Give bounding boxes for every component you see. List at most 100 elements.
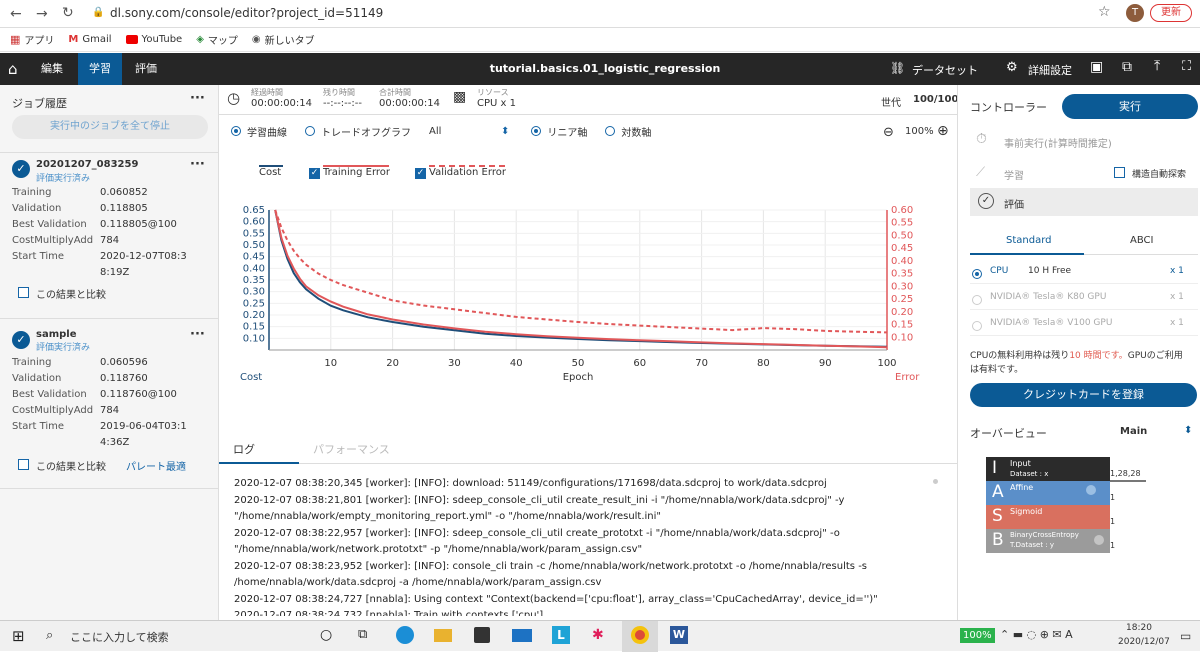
task-view-icon[interactable]: ⧉ <box>358 627 367 642</box>
run-button[interactable]: 実行 <box>1062 94 1198 119</box>
fullscreen-icon[interactable]: ⛶ <box>1182 59 1191 74</box>
network-overview[interactable]: I Input Dataset : x A Affine S Sigmoid B… <box>986 457 1110 553</box>
clock-icon: ◷ <box>227 89 241 107</box>
bookmark-maps[interactable]: ◈ マップ <box>196 32 238 47</box>
word-icon[interactable]: W <box>670 626 688 644</box>
train-option[interactable]: 学習 <box>1004 167 1024 182</box>
scroll-indicator[interactable] <box>933 479 938 484</box>
bookmark-youtube[interactable]: YouTube <box>125 34 182 45</box>
slack-icon[interactable]: ✱ <box>592 627 604 643</box>
address-bar[interactable]: dl.sony.com/console/editor?project_id=51… <box>110 6 383 20</box>
log-console[interactable]: 2020-12-07 08:38:20,345 [worker]: [INFO]… <box>234 476 934 616</box>
job-card[interactable]: ✓ sample 評価実行済み ··· Training 0.060596 Va… <box>0 318 219 488</box>
save-as-icon[interactable]: ⧉ <box>1122 59 1132 75</box>
remaining-label: 残り時間 <box>323 88 355 97</box>
tab-edit[interactable]: 編集 <box>34 53 70 85</box>
resource-radio[interactable] <box>972 321 982 331</box>
taskbar-search[interactable]: ここに入力して検索 <box>70 629 169 645</box>
edge-icon[interactable] <box>396 626 414 644</box>
app-l-icon[interactable]: L <box>552 626 570 644</box>
cortana-icon[interactable]: ○ <box>320 627 332 643</box>
store-icon[interactable] <box>474 627 490 643</box>
training-error-checkbox[interactable]: ✓ <box>309 168 320 179</box>
layer-size: 1 <box>1110 541 1116 550</box>
zoom-out-icon[interactable]: ⊖ <box>883 125 894 140</box>
resource-radio[interactable] <box>972 269 982 279</box>
metric-value: 784 <box>100 405 120 416</box>
y-left-tick-label: 0.10 <box>243 333 265 344</box>
layer-affine[interactable]: A Affine <box>986 481 1110 505</box>
tray-icons[interactable]: ⌃ ▬ ◌ ⊕ ✉ A <box>1000 628 1073 641</box>
more-icon[interactable]: ··· <box>190 327 205 342</box>
y-right-tick-label: 0.35 <box>891 269 913 280</box>
learning-curve-radio[interactable] <box>231 126 241 136</box>
update-button[interactable]: 更新 <box>1150 4 1192 22</box>
bookmark-star-icon[interactable]: ☆ <box>1098 4 1111 20</box>
tab-train[interactable]: 学習 <box>78 53 122 85</box>
controller-panel: コントローラー 実行 ⏱ 事前実行(計算時間推定) ⟋ 学習 構造自動探索 ✓ … <box>957 85 1200 620</box>
layer-binary-cross-entropy[interactable]: B BinaryCrossEntropy T.Dataset : y <box>986 529 1110 553</box>
resource-row[interactable]: CPU 10 H Free x 1 <box>970 260 1198 284</box>
reload-icon[interactable]: ↻ <box>62 5 74 21</box>
windows-taskbar: ⊞ ⌕ ここに入力して検索 ○ ⧉ L ✱ W 100% ⌃ ▬ ◌ ⊕ ✉ A… <box>0 620 1200 652</box>
clock-date: 2020/12/07 <box>1118 637 1170 647</box>
notification-icon[interactable]: ▭ <box>1180 629 1191 643</box>
dataset-icon: ⛓ <box>890 61 906 75</box>
tradeoff-radio[interactable] <box>305 126 315 136</box>
bookmark-gmail[interactable]: M Gmail <box>68 34 111 45</box>
compare-label: この結果と比較 <box>36 462 106 473</box>
layer-letter: S <box>992 506 1003 526</box>
zoom-in-icon[interactable]: ⊕ <box>937 123 949 139</box>
job-history-panel: ジョブ履歴 ··· 実行中のジョブを全て停止 ✓ 20201207_083259… <box>0 85 219 620</box>
linear-axis-radio[interactable] <box>531 126 542 136</box>
upload-icon[interactable]: ⤒ <box>1154 58 1160 74</box>
back-icon[interactable]: ← <box>10 6 22 22</box>
avatar[interactable]: T <box>1126 4 1144 22</box>
tab-standard[interactable]: Standard <box>1006 235 1052 246</box>
compare-checkbox[interactable] <box>18 287 29 298</box>
job-name: 20201207_083259 <box>36 159 139 170</box>
auto-search-checkbox[interactable] <box>1114 167 1125 178</box>
validation-error-checkbox[interactable]: ✓ <box>415 168 426 179</box>
tab-evaluate[interactable]: 評価 <box>128 53 164 85</box>
job-card[interactable]: ✓ 20201207_083259 評価実行済み ··· Training 0.… <box>0 152 219 312</box>
chip-icon: ▩ <box>453 89 467 105</box>
resource-row[interactable]: NVIDIA® Tesla® K80 GPU x 1 <box>970 286 1198 310</box>
register-card-button[interactable]: クレジットカードを登録 <box>970 383 1197 407</box>
log-axis-radio[interactable] <box>605 126 616 136</box>
filter-select[interactable]: All <box>429 126 495 137</box>
save-icon[interactable]: ▣ <box>1090 59 1103 75</box>
pre-run-option[interactable]: 事前実行(計算時間推定) <box>1004 135 1112 150</box>
bookmark-newtab[interactable]: ◉ 新しいタブ <box>252 32 315 47</box>
y-right-tick-label: 0.60 <box>891 205 913 216</box>
tab-abci[interactable]: ABCI <box>1130 235 1153 246</box>
overview-select[interactable]: Main <box>1120 426 1147 437</box>
forward-icon[interactable]: → <box>36 6 48 22</box>
generation-label: 世代 <box>881 98 901 109</box>
metric-label: CostMultiplyAdd <box>12 235 94 246</box>
dataset-link[interactable]: データセット <box>912 62 978 78</box>
tab-performance[interactable]: パフォーマンス <box>313 441 390 457</box>
more-icon[interactable]: ··· <box>190 157 205 172</box>
chrome-icon[interactable] <box>631 626 649 644</box>
pareto-link[interactable]: パレート最適 <box>126 458 186 473</box>
windows-start-icon[interactable]: ⊞ <box>12 627 25 645</box>
more-icon[interactable]: ··· <box>190 91 205 106</box>
bookmark-apps[interactable]: ▦ アプリ <box>10 32 54 47</box>
tab-log[interactable]: ログ <box>233 441 255 457</box>
compare-checkbox[interactable] <box>18 459 29 470</box>
stop-all-button[interactable]: 実行中のジョブを全て停止 <box>12 115 208 139</box>
evaluate-option[interactable]: ✓ 評価 <box>970 188 1198 216</box>
mail-icon[interactable] <box>512 629 532 642</box>
layer-input[interactable]: I Input Dataset : x <box>986 457 1110 481</box>
layer-sigmoid[interactable]: S Sigmoid <box>986 505 1110 529</box>
gmail-icon: M <box>68 34 79 45</box>
home-icon[interactable]: ⌂ <box>8 60 18 78</box>
metric-value: 0.118760 <box>100 373 148 384</box>
check-circle-icon: ✓ <box>978 193 994 209</box>
explorer-icon[interactable] <box>434 629 452 642</box>
resource-radio[interactable] <box>972 295 982 305</box>
resource-row[interactable]: NVIDIA® Tesla® V100 GPU x 1 <box>970 312 1198 336</box>
x-tick-label: 60 <box>633 358 646 369</box>
settings-link[interactable]: 詳細設定 <box>1028 62 1072 78</box>
